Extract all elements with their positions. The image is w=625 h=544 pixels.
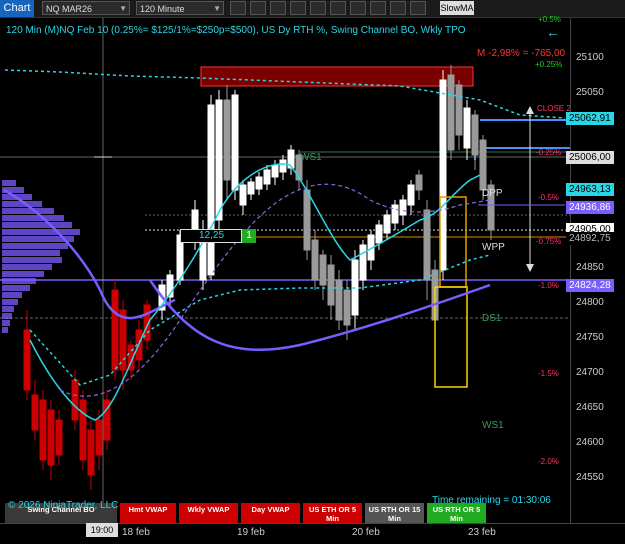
legend-label: US RTH OR 5 Min xyxy=(432,505,481,523)
pct-label-2: -0.5% xyxy=(538,193,559,202)
y-tick: 24600 xyxy=(576,437,604,448)
bar-style-button[interactable] xyxy=(230,1,246,15)
legend-label: Hmt VWAP xyxy=(128,505,168,514)
snapshot-button[interactable] xyxy=(410,1,426,15)
x-tick: 18 feb xyxy=(122,527,150,538)
data-box-button[interactable] xyxy=(370,1,386,15)
pct-label-1: -0.25% xyxy=(536,148,562,157)
x-tick: 23 feb xyxy=(468,527,496,538)
pct-label-top-b: +0.25% xyxy=(535,60,563,69)
properties-button[interactable] xyxy=(350,1,366,15)
instrument-label: NQ MAR26 xyxy=(46,4,93,14)
interval-selector[interactable]: 120 Minute ▼ xyxy=(136,1,224,15)
y-tick: 24800 xyxy=(576,297,604,308)
arrow-up-icon xyxy=(526,106,534,114)
templates-button[interactable] xyxy=(330,1,346,15)
chevron-down-icon: ▼ xyxy=(213,4,221,13)
x-tick: 19 feb xyxy=(237,527,265,538)
dpp-label: DPP xyxy=(482,188,503,199)
crosshair-badge: 1 xyxy=(242,229,256,243)
chart-trader-button[interactable] xyxy=(390,1,406,15)
wpp-label: WPP xyxy=(482,242,505,253)
price-marker-24936: 24936,86 xyxy=(566,201,614,214)
ws1-upper-label: WS1 xyxy=(300,152,322,163)
legend-label: US RTH OR 15 Min xyxy=(368,505,421,523)
instrument-selector[interactable]: NQ MAR26 ▼ xyxy=(42,1,130,15)
legend-label: US ETH OR 5 Min xyxy=(308,505,357,523)
price-marker-24824: 24824,28 xyxy=(566,279,614,292)
price-marker-25062: 25062,91 xyxy=(566,112,614,125)
price-marker-24892: 24892,75 xyxy=(566,232,614,245)
drawing-tools-button[interactable] xyxy=(250,1,266,15)
interval-label: 120 Minute xyxy=(140,4,185,14)
lower-band-line xyxy=(29,254,491,386)
legend-label: Day VWAP xyxy=(251,505,290,514)
volume-profile xyxy=(2,180,80,333)
y-tick: 25100 xyxy=(576,52,604,63)
slowma-button[interactable]: SlowMA xyxy=(440,1,474,15)
y-tick: 24850 xyxy=(576,262,604,273)
arrow-down-icon xyxy=(526,264,534,272)
ws1-lower-label: WS1 xyxy=(482,420,504,431)
arrow-left-icon[interactable]: ← xyxy=(546,24,560,40)
strategies-button[interactable] xyxy=(310,1,326,15)
pct-label-top-a: +0.5% xyxy=(538,15,561,24)
chart-tab[interactable]: Chart xyxy=(0,0,34,17)
cursor-time-box: 19:00 xyxy=(86,523,118,537)
x-tick: 20 feb xyxy=(352,527,380,538)
chart-toolbar: Chart NQ MAR26 ▼ 120 Minute ▼ SlowMA xyxy=(0,0,625,18)
ds1-label: DS1 xyxy=(482,313,502,324)
price-plot[interactable]: 12,25 1 WS1 DPP WPP DS1 WS1 +0.5% +0.25%… xyxy=(0,15,571,529)
pnl-label: M -2,98% = -765,00 xyxy=(477,48,566,59)
y-tick: 25050 xyxy=(576,87,604,98)
y-tick: 24550 xyxy=(576,472,604,483)
copyright-label: © 2026 NinjaTrader, LLC xyxy=(8,500,119,511)
pct-label-5: -1.5% xyxy=(538,369,559,378)
crosshair-readout: 12,25 xyxy=(180,229,242,243)
zoom-button[interactable] xyxy=(270,1,286,15)
y-tick: 24750 xyxy=(576,332,604,343)
y-tick: 24650 xyxy=(576,402,604,413)
indicators-button[interactable] xyxy=(290,1,306,15)
pct-label-4: -1.0% xyxy=(538,281,559,290)
y-tick: 24700 xyxy=(576,367,604,378)
price-marker-25006: 25006,00 xyxy=(566,151,614,164)
chart-title: 120 Min (M)NQ Feb 10 (0.25%= $125/1%=$25… xyxy=(6,25,466,36)
chevron-down-icon: ▼ xyxy=(119,4,127,13)
channel-lower-line xyxy=(148,279,491,352)
time-remaining-label: Time remaining = 01:30:06 xyxy=(432,495,551,506)
price-marker-24963: 24963,13 xyxy=(566,183,614,196)
pct-label-6: -2.0% xyxy=(538,457,559,466)
price-chart-svg xyxy=(0,18,570,523)
legend-label: Wkly VWAP xyxy=(187,505,230,514)
pct-label-3: -0.75% xyxy=(536,237,562,246)
crosshair-value: 12,25 xyxy=(199,230,225,241)
